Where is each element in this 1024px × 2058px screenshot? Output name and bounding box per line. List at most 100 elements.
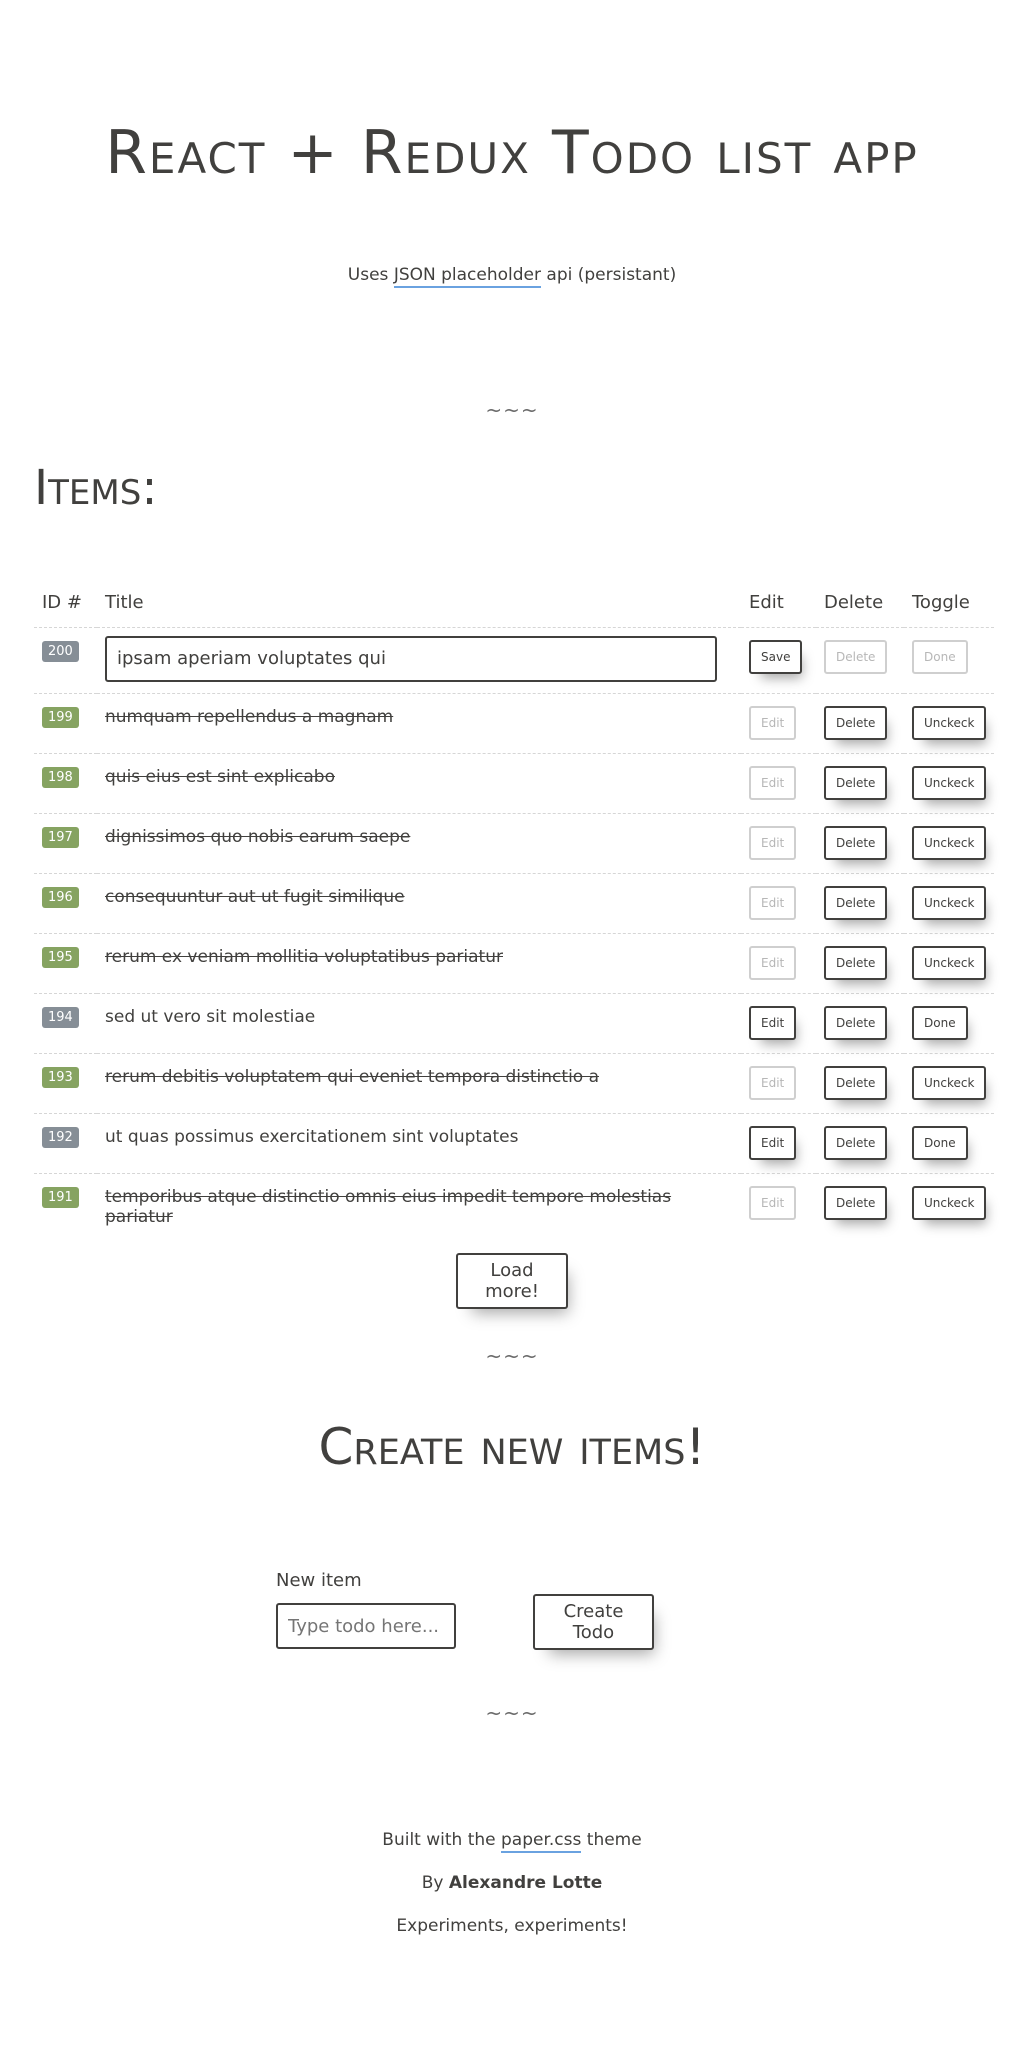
- id-badge: 198: [42, 766, 79, 788]
- todo-title: sed ut vero sit molestiae: [105, 1006, 316, 1027]
- edit-button[interactable]: Edit: [749, 1125, 797, 1160]
- table-row: 196 consequuntur aut ut fugit similique Ed…: [34, 872, 994, 933]
- table-row: 191 temporibus atque distinctio omnis eiu…: [34, 1172, 994, 1233]
- toggle-button[interactable]: Done: [912, 1125, 968, 1160]
- edit-button[interactable]: Edit: [749, 1065, 797, 1100]
- toggle-button[interactable]: Unckeck: [912, 825, 987, 860]
- id-badge: 197: [42, 826, 79, 848]
- delete-cell: Delete: [816, 692, 904, 753]
- toggle-button[interactable]: Done: [912, 1005, 968, 1040]
- title-cell: numquam repellendus a magnam: [97, 692, 741, 753]
- id-cell: 198: [34, 752, 97, 813]
- delete-button[interactable]: Delete: [824, 1185, 888, 1220]
- edit-button[interactable]: Edit: [749, 765, 797, 800]
- edit-cell: Save: [741, 626, 816, 693]
- table-row: 194 sed ut vero sit molestiae Edit Delete Do…: [34, 992, 994, 1053]
- id-cell: 193: [34, 1052, 97, 1113]
- delete-cell: Delete: [816, 872, 904, 933]
- edit-button[interactable]: Edit: [749, 825, 797, 860]
- delete-button[interactable]: Delete: [824, 1125, 888, 1160]
- id-cell: 192: [34, 1112, 97, 1173]
- title-cell: rerum ex veniam mollitia voluptatibus pa…: [97, 932, 741, 993]
- id-cell: 191: [34, 1172, 97, 1233]
- delete-button[interactable]: Delete: [824, 705, 888, 740]
- edit-cell: Edit: [741, 932, 816, 993]
- id-badge: 191: [42, 1186, 79, 1208]
- page-title: React + Redux Todo list app: [105, 118, 919, 188]
- toggle-cell: Unckeck: [904, 1172, 994, 1233]
- edit-button[interactable]: Edit: [749, 885, 797, 920]
- load-more-button[interactable]: Load more!: [456, 1253, 568, 1309]
- edit-button[interactable]: Edit: [749, 1185, 797, 1220]
- toggle-button[interactable]: Unckeck: [912, 1185, 987, 1220]
- table-row: 198 quis eius est sint explicabo Edit Delet…: [34, 752, 994, 813]
- id-cell: 196: [34, 872, 97, 933]
- toggle-cell: Unckeck: [904, 872, 994, 933]
- todo-title: numquam repellendus a magnam: [105, 706, 394, 727]
- divider: ~~~: [485, 1344, 539, 1368]
- new-item-label: New item: [276, 1570, 362, 1591]
- toggle-button[interactable]: Unckeck: [912, 765, 987, 800]
- toggle-button[interactable]: Unckeck: [912, 1065, 987, 1100]
- footer-built-with: Built with the paper.css theme: [0, 1830, 1024, 1853]
- toggle-cell: Unckeck: [904, 692, 994, 753]
- new-item-input[interactable]: [276, 1603, 456, 1649]
- author-name: Alexandre Lotte: [448, 1873, 603, 1893]
- toggle-button[interactable]: Unckeck: [912, 945, 987, 980]
- table-header-row: ID # Title Edit Delete Toggle: [34, 585, 994, 627]
- create-heading: Create new items!: [318, 1418, 706, 1476]
- title-cell: quis eius est sint explicabo: [97, 752, 741, 813]
- col-header-edit: Edit: [749, 592, 784, 614]
- toggle-button[interactable]: Unckeck: [912, 885, 987, 920]
- create-todo-button[interactable]: Create Todo: [533, 1594, 654, 1650]
- delete-button[interactable]: Delete: [824, 1005, 888, 1040]
- edit-cell: Edit: [741, 1172, 816, 1233]
- edit-title-input[interactable]: [105, 635, 717, 682]
- delete-button[interactable]: Delete: [824, 639, 888, 674]
- id-badge: 193: [42, 1066, 79, 1088]
- col-header-delete: Delete: [824, 592, 884, 614]
- id-badge: 194: [42, 1006, 79, 1028]
- toggle-cell: Done: [904, 992, 994, 1053]
- id-cell: 194: [34, 992, 97, 1053]
- todo-title: temporibus atque distinctio omnis eius i…: [105, 1186, 672, 1227]
- col-header-title: Title: [105, 592, 144, 614]
- todo-title: dignissimos quo nobis earum saepe: [105, 826, 411, 847]
- toggle-cell: Done: [904, 1112, 994, 1173]
- delete-cell: Delete: [816, 1172, 904, 1233]
- delete-button[interactable]: Delete: [824, 1065, 888, 1100]
- todo-title: ut quas possimus exercitationem sint vol…: [105, 1126, 519, 1147]
- save-button[interactable]: Save: [749, 639, 803, 674]
- delete-button[interactable]: Delete: [824, 765, 888, 800]
- delete-cell: Delete: [816, 752, 904, 813]
- edit-button[interactable]: Edit: [749, 945, 797, 980]
- by-prefix: By: [421, 1873, 449, 1893]
- divider: ~~~: [485, 1701, 539, 1725]
- edit-cell: Edit: [741, 992, 816, 1053]
- paper-css-link[interactable]: paper.css: [501, 1830, 582, 1853]
- subtitle-suffix: api (persistant): [541, 265, 677, 285]
- delete-button[interactable]: Delete: [824, 825, 888, 860]
- edit-cell: Edit: [741, 692, 816, 753]
- edit-button[interactable]: Edit: [749, 705, 797, 740]
- delete-cell: Delete: [816, 1112, 904, 1173]
- delete-cell: Delete: [816, 626, 904, 693]
- toggle-button[interactable]: Done: [912, 639, 968, 674]
- edit-cell: Edit: [741, 1052, 816, 1113]
- json-placeholder-link[interactable]: JSON placeholder: [393, 265, 541, 288]
- toggle-cell: Unckeck: [904, 812, 994, 873]
- todo-title: quis eius est sint explicabo: [105, 766, 335, 787]
- toggle-button[interactable]: Unckeck: [912, 705, 987, 740]
- delete-button[interactable]: Delete: [824, 885, 888, 920]
- footer-author: By Alexandre Lotte: [0, 1873, 1024, 1893]
- title-cell: rerum debitis voluptatem qui eveniet tem…: [97, 1052, 741, 1113]
- id-cell: 197: [34, 812, 97, 873]
- title-cell: ut quas possimus exercitationem sint vol…: [97, 1112, 741, 1173]
- built-prefix: Built with the: [382, 1830, 502, 1850]
- edit-cell: Edit: [741, 812, 816, 873]
- edit-cell: Edit: [741, 872, 816, 933]
- edit-button[interactable]: Edit: [749, 1005, 797, 1040]
- id-badge: 195: [42, 946, 79, 968]
- delete-button[interactable]: Delete: [824, 945, 888, 980]
- table-row: 193 rerum debitis voluptatem qui eveniet …: [34, 1052, 994, 1113]
